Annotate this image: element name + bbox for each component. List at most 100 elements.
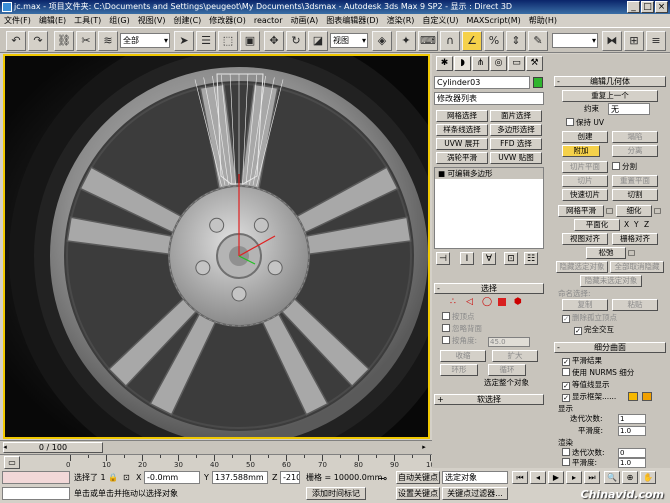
maxscript-output[interactable] bbox=[2, 487, 70, 500]
attach-button[interactable]: 附加 bbox=[562, 145, 600, 157]
pin-stack-icon[interactable]: ⊣ bbox=[436, 252, 450, 265]
reset-plane-button[interactable]: 重置平面 bbox=[612, 175, 658, 187]
ffd-select-button[interactable]: FFD 选择 bbox=[490, 138, 542, 150]
slice-button[interactable]: 切片 bbox=[562, 175, 608, 187]
element-mode-icon[interactable]: ⬢ bbox=[514, 297, 522, 307]
ignore-backfacing-checkbox[interactable]: 忽略背面 bbox=[442, 324, 482, 334]
patch-select-button[interactable]: 面片选择 bbox=[490, 110, 542, 122]
layer-manager-icon[interactable]: ≡ bbox=[646, 31, 666, 51]
named-selection-icon[interactable]: ✎ bbox=[528, 31, 548, 51]
collapse-button[interactable]: 塌陷 bbox=[612, 131, 658, 143]
unwrap-uvw-button[interactable]: UVW 展开 bbox=[436, 138, 488, 150]
window-crossing-icon[interactable]: ▣ bbox=[240, 31, 260, 51]
angle-spinner[interactable]: 45.0 bbox=[488, 337, 530, 347]
cage-color-swatch-1[interactable] bbox=[628, 392, 638, 401]
prev-frame-icon[interactable]: ◂ bbox=[0, 442, 11, 453]
hide-selected-button[interactable]: 隐藏选定对象 bbox=[556, 261, 608, 273]
play-icon[interactable]: ▶ bbox=[548, 471, 564, 484]
percent-snap-icon[interactable]: % bbox=[484, 31, 504, 51]
zoom-all-icon[interactable]: ⊕ bbox=[622, 471, 638, 484]
cut-button[interactable]: 切割 bbox=[612, 189, 658, 201]
selection-rollout-header[interactable]: - 选择 bbox=[434, 283, 544, 294]
subdivision-rollout-header[interactable]: - 细分曲面 bbox=[554, 342, 666, 353]
add-time-tag-button[interactable]: 添加时间标记 bbox=[306, 487, 366, 500]
key-filter-select[interactable]: 选定对象 bbox=[442, 471, 508, 484]
turbosmooth-button[interactable]: 涡轮平滑 bbox=[436, 152, 488, 164]
ring-button[interactable]: 环形 bbox=[440, 364, 478, 376]
mirror-icon[interactable]: ⧓ bbox=[602, 31, 622, 51]
paste-button[interactable]: 粘贴 bbox=[612, 299, 658, 311]
edit-geometry-rollout-header[interactable]: - 编辑几何体 bbox=[554, 76, 666, 87]
polygon-mode-icon[interactable] bbox=[498, 298, 506, 306]
menu-rendering[interactable]: 渲染(R) bbox=[383, 14, 419, 27]
rotate-icon[interactable]: ↻ bbox=[286, 31, 306, 51]
menu-edit[interactable]: 编辑(E) bbox=[35, 14, 70, 27]
bind-spacewarp-icon[interactable]: ≋ bbox=[98, 31, 118, 51]
abs-mode-icon[interactable]: ⊡ bbox=[123, 471, 130, 484]
menu-reactor[interactable]: reactor bbox=[250, 14, 287, 27]
menu-maxscript[interactable]: MAXScript(M) bbox=[463, 14, 525, 27]
select-object-icon[interactable]: ➤ bbox=[174, 31, 194, 51]
close-button[interactable]: × bbox=[655, 1, 668, 13]
lock-selection-icon[interactable]: 🔒 bbox=[108, 471, 118, 484]
auto-key-button[interactable]: 自动关键点 bbox=[396, 471, 440, 484]
configure-sets-icon[interactable]: ☷ bbox=[524, 252, 538, 265]
trackbar-toggle-icon[interactable]: ▭ bbox=[4, 456, 20, 469]
remove-modifier-icon[interactable]: ⊡ bbox=[504, 252, 518, 265]
render-iterations-spinner[interactable]: 0 bbox=[618, 448, 646, 458]
preserve-uvs-checkbox[interactable]: 保持 UV bbox=[566, 118, 604, 128]
use-nurms-checkbox[interactable]: 使用 NURMS 细分 bbox=[562, 368, 634, 378]
shrink-button[interactable]: 收缩 bbox=[440, 350, 486, 362]
by-vertex-checkbox[interactable]: 按顶点 bbox=[442, 312, 475, 322]
next-key-icon[interactable]: ▸ bbox=[566, 471, 582, 484]
meshsmooth-settings-icon[interactable]: □ bbox=[606, 206, 613, 216]
display-iterations-spinner[interactable]: 1 bbox=[618, 414, 646, 424]
isoline-display-checkbox[interactable]: ✓ 等值线显示 bbox=[562, 380, 610, 390]
cage-color-swatch-2[interactable] bbox=[642, 392, 652, 401]
next-frame-icon[interactable]: ▸ bbox=[418, 442, 430, 453]
named-selection-dropdown[interactable] bbox=[552, 33, 598, 48]
menu-graph-editors[interactable]: 图表编辑器(D) bbox=[322, 14, 382, 27]
motion-tab-icon[interactable]: ◎ bbox=[490, 56, 507, 71]
redo-icon[interactable]: ↷ bbox=[28, 31, 48, 51]
display-tab-icon[interactable]: ▭ bbox=[508, 56, 525, 71]
detach-button[interactable]: 分离 bbox=[612, 145, 658, 157]
z-coordinate-field[interactable]: -210.589m bbox=[280, 471, 300, 484]
pan-icon[interactable]: ✋ bbox=[640, 471, 656, 484]
object-name-field[interactable]: Cylinder03 bbox=[434, 76, 530, 89]
select-by-name-icon[interactable]: ☰ bbox=[196, 31, 216, 51]
x-coordinate-field[interactable]: -0.0mm bbox=[144, 471, 200, 484]
full-interactivity-checkbox[interactable]: ✓ 完全交互 bbox=[574, 325, 614, 335]
make-unique-icon[interactable]: ∀ bbox=[482, 252, 496, 265]
mesh-select-button[interactable]: 网格选择 bbox=[436, 110, 488, 122]
modifier-list-dropdown[interactable]: 修改器列表 bbox=[434, 92, 544, 105]
spinner-snap-icon[interactable]: ⇕ bbox=[506, 31, 526, 51]
goto-end-icon[interactable]: ⏭ bbox=[584, 471, 600, 484]
pivot-icon[interactable]: ◈ bbox=[372, 31, 392, 51]
show-end-result-icon[interactable]: Ι bbox=[460, 252, 474, 265]
snap-toggle-icon[interactable]: ∩ bbox=[440, 31, 460, 51]
split-checkbox[interactable]: 分割 bbox=[612, 162, 637, 172]
modifier-stack[interactable]: ■ 可编辑多边形 bbox=[434, 167, 544, 249]
create-tab-icon[interactable]: ✱ bbox=[436, 56, 453, 71]
hierarchy-tab-icon[interactable]: ⋔ bbox=[472, 56, 489, 71]
menu-views[interactable]: 视图(V) bbox=[134, 14, 170, 27]
ref-coord-dropdown[interactable]: 视图 bbox=[330, 33, 368, 48]
menu-file[interactable]: 文件(F) bbox=[0, 14, 35, 27]
display-smoothness-spinner[interactable]: 1.0 bbox=[618, 426, 646, 436]
keyboard-shortcut-icon[interactable]: ⌨ bbox=[418, 31, 438, 51]
tessellate-button[interactable]: 细化 bbox=[616, 205, 652, 217]
angle-snap-icon[interactable]: ∠ bbox=[462, 31, 482, 51]
menu-tools[interactable]: 工具(T) bbox=[70, 14, 105, 27]
y-coordinate-field[interactable]: 137.588mm bbox=[212, 471, 268, 484]
menu-customize[interactable]: 自定义(U) bbox=[418, 14, 462, 27]
link-icon[interactable]: ⛓ bbox=[54, 31, 74, 51]
scale-icon[interactable]: ◪ bbox=[308, 31, 328, 51]
border-mode-icon[interactable]: ◯ bbox=[482, 297, 492, 307]
constraint-dropdown[interactable]: 无 bbox=[608, 103, 650, 115]
make-planar-button[interactable]: 平面化 bbox=[574, 219, 620, 231]
delete-isolated-checkbox[interactable]: ✓ 删除孤立顶点 bbox=[562, 313, 617, 323]
prev-key-icon[interactable]: ◂ bbox=[530, 471, 546, 484]
time-slider-thumb[interactable]: 0 / 100 bbox=[3, 442, 103, 453]
menu-modifiers[interactable]: 修改器(O) bbox=[205, 14, 250, 27]
